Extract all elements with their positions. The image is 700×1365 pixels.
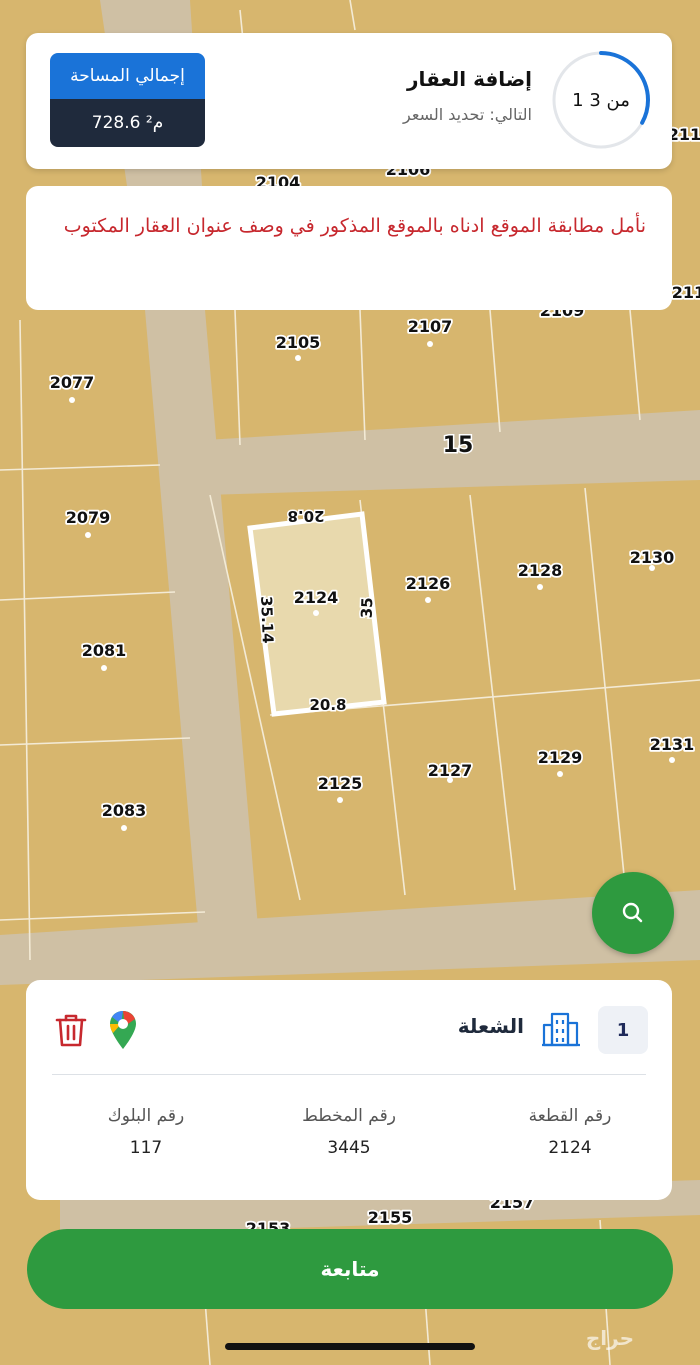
scheme-number-label: رقم المخطط — [302, 1106, 396, 1126]
parcel-label: 2128 — [518, 561, 563, 580]
step-progress-ring: 1 من 3 — [550, 49, 652, 151]
plot-number-label: رقم القطعة — [528, 1106, 612, 1126]
search-button[interactable] — [592, 872, 674, 954]
parcel-label: 2131 — [650, 735, 695, 754]
notice-text: نأمل مطابقة الموقع ادناه بالموقع المذكور… — [63, 215, 646, 237]
parcel-label: 2107 — [408, 317, 453, 336]
scheme-number-value: 3445 — [327, 1138, 371, 1158]
street-label: 15 — [443, 433, 474, 458]
parcel-label: 2127 — [428, 761, 473, 780]
parcel-label: 2111 — [672, 283, 700, 302]
parcel-label: 2083 — [102, 801, 147, 820]
parcel-label: 2124 — [294, 588, 339, 607]
parcel-dim-bottom: 20.8 — [309, 696, 346, 714]
property-card: 1 الشعلة رقم القطعة 2124 رقم المخطط 3445… — [26, 980, 672, 1200]
property-index-badge: 1 — [598, 1006, 648, 1054]
search-icon — [622, 902, 643, 923]
plot-number-field: رقم القطعة 2124 — [480, 1106, 660, 1158]
block-number-field: رقم البلوك 117 — [56, 1106, 236, 1158]
google-maps-icon[interactable] — [108, 1010, 138, 1050]
total-area-value: 728.6 م² — [50, 99, 205, 147]
total-area-badge: إجمالي المساحة 728.6 م² — [50, 53, 205, 147]
parcel-label: 2081 — [82, 641, 127, 660]
parcel-dim-right: 35 — [358, 597, 377, 618]
parcel-label: 2125 — [318, 774, 363, 793]
parcel-label: 2130 — [630, 548, 675, 567]
parcel-label: 2077 — [50, 373, 95, 392]
header-card: إجمالي المساحة 728.6 م² إضافة العقار الت… — [26, 33, 672, 169]
parcel-dim-left: 35.14 — [257, 596, 277, 644]
parcel-label: 2105 — [276, 333, 321, 352]
block-number-value: 117 — [129, 1138, 163, 1158]
parcel-label: 2129 — [538, 748, 583, 767]
building-icon — [542, 1012, 580, 1047]
notice-card: نأمل مطابقة الموقع ادناه بالموقع المذكور… — [26, 186, 672, 310]
title-block: إضافة العقار التالي: تحديد السعر — [403, 67, 532, 124]
trash-icon[interactable] — [54, 1012, 88, 1048]
total-area-label: إجمالي المساحة — [50, 53, 205, 99]
parcel-label: 2126 — [406, 574, 451, 593]
district-name: الشعلة — [457, 1014, 524, 1038]
parcel-dim-top: 20.8 — [287, 507, 324, 525]
parcel-label: 2155 — [368, 1208, 413, 1227]
parcel-label: 2079 — [66, 508, 111, 527]
watermark-logo: حراج — [585, 1326, 634, 1350]
block-number-label: رقم البلوك — [107, 1106, 185, 1126]
scheme-number-field: رقم المخطط 3445 — [259, 1106, 439, 1158]
page-title: إضافة العقار — [407, 67, 532, 91]
parcel-label: 2110 — [668, 125, 700, 144]
step-progress-text: 1 من 3 — [572, 89, 630, 111]
card-divider — [52, 1074, 646, 1075]
plot-number-value: 2124 — [548, 1138, 592, 1158]
next-step-label: التالي: تحديد السعر — [403, 105, 532, 124]
continue-button[interactable]: متابعة — [27, 1229, 673, 1309]
home-indicator — [225, 1343, 475, 1350]
